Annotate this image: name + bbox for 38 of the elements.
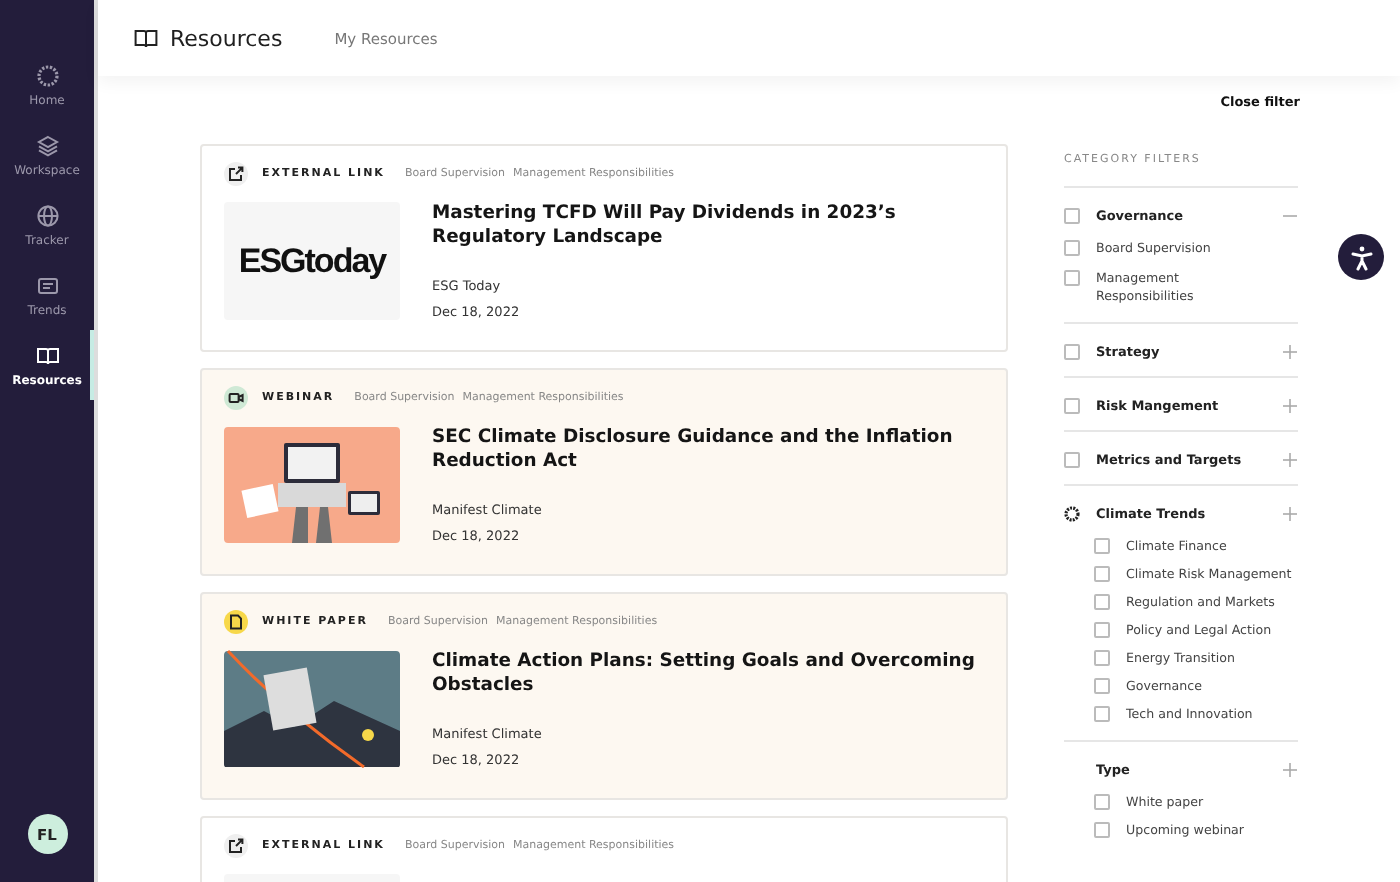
logo-thumbnail: ESGtoday [224, 202, 400, 320]
checkbox[interactable] [1094, 594, 1110, 610]
checkbox[interactable] [1064, 452, 1080, 468]
video-camera-icon [224, 386, 248, 410]
accessibility-icon [1347, 243, 1375, 271]
checkbox[interactable] [1094, 706, 1110, 722]
checkbox[interactable] [1094, 678, 1110, 694]
book-icon [134, 27, 158, 49]
checkbox[interactable] [1094, 794, 1110, 810]
checkbox[interactable] [1094, 566, 1110, 582]
page-title: Resources [170, 25, 283, 51]
checkbox[interactable] [1064, 344, 1080, 360]
document-icon [224, 610, 248, 634]
checkbox[interactable] [1064, 398, 1080, 414]
resource-title[interactable]: Climate Action Plans: Setting Goals and Overcoming Obstacles [432, 650, 982, 698]
checkbox[interactable] [1094, 538, 1110, 554]
checkbox[interactable] [1094, 650, 1110, 666]
book-icon [35, 343, 59, 367]
expand-icon[interactable] [1282, 398, 1298, 414]
resource-title[interactable]: SEC Climate Disclosure Guidance and the Inflation Reduction Act [432, 426, 982, 474]
chart-icon [35, 273, 59, 297]
external-link-icon [224, 162, 248, 186]
checkbox[interactable] [1064, 240, 1080, 256]
checkbox[interactable] [1064, 270, 1080, 286]
globe-icon [35, 203, 59, 227]
expand-icon[interactable] [1282, 762, 1298, 778]
expand-icon[interactable] [1282, 452, 1298, 468]
layers-icon [35, 133, 59, 157]
checkbox[interactable] [1064, 208, 1080, 224]
resource-title[interactable]: Mastering TCFD Will Pay Dividends in 2023’s Regulatory Landscape [432, 202, 982, 250]
checkbox[interactable] [1094, 822, 1110, 838]
loading-spinner-icon [1064, 506, 1080, 522]
checkbox[interactable] [1094, 622, 1110, 638]
expand-icon[interactable] [1282, 506, 1298, 522]
home-logo-icon [35, 63, 59, 87]
expand-icon[interactable] [1282, 344, 1298, 360]
accessibility-button[interactable] [1338, 234, 1384, 280]
external-link-icon [224, 834, 248, 858]
